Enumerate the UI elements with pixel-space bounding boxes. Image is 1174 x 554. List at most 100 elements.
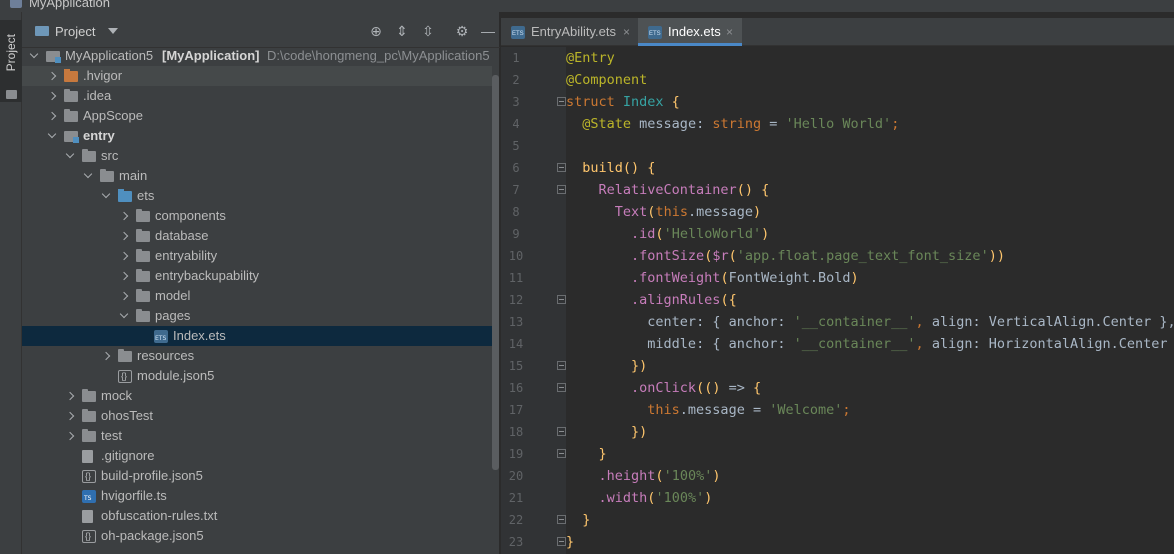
gear-icon[interactable]: ⚙ [454, 23, 470, 39]
collapse-all-icon[interactable]: ⇳ [420, 23, 436, 39]
chevron-down-icon[interactable] [100, 190, 112, 202]
chevron-right-icon[interactable] [118, 230, 130, 242]
code-token: message [639, 116, 697, 132]
code-token: VerticalAlign.Center [988, 314, 1152, 330]
json-file-icon [118, 370, 132, 383]
code-token: }, [1151, 314, 1174, 330]
ets-file-icon [648, 26, 662, 39]
chevron-right-icon[interactable] [46, 90, 58, 102]
fold-marker-icon[interactable] [557, 295, 566, 304]
project-tool-tab[interactable]: Project [0, 20, 22, 102]
folder-icon [100, 169, 114, 182]
code-token: .fontWeight [631, 270, 721, 286]
tree-item-label: src [101, 148, 119, 163]
tab-entryability[interactable]: EntryAbility.ets × [501, 18, 637, 46]
close-icon[interactable]: × [726, 18, 733, 46]
project-panel-header: Project ⊕ ⇕ ⇳ ⚙ — [22, 12, 500, 48]
tree-item[interactable]: test [22, 426, 492, 446]
chevron-right-icon[interactable] [46, 70, 58, 82]
chevron-down-icon[interactable] [28, 50, 40, 62]
tree-item[interactable]: obfuscation-rules.txt [22, 506, 492, 526]
line-number: 2 [512, 73, 520, 87]
project-tool-tab-label: Project [4, 34, 18, 72]
tree-item[interactable]: Index.ets [22, 326, 492, 346]
line-number: 6 [512, 161, 520, 175]
tree-item[interactable]: module.json5 [22, 366, 492, 386]
line-number: 21 [508, 491, 524, 505]
tree-item[interactable]: entry [22, 126, 492, 146]
chevron-down-icon[interactable] [82, 170, 94, 182]
code-token: HorizontalAlign.Center [988, 336, 1168, 352]
tree-item[interactable]: MyApplication5 [MyApplication] D:\code\hon… [22, 46, 492, 66]
code-area[interactable]: @Entry @Component struct Index { @State me… [566, 47, 1174, 554]
chevron-down-icon[interactable] [46, 130, 58, 142]
locate-icon[interactable]: ⊕ [368, 23, 384, 39]
tree-item[interactable]: build-profile.json5 [22, 466, 492, 486]
tree-item[interactable]: entrybackupability [22, 266, 492, 286]
tab-index[interactable]: Index.ets × [638, 18, 742, 46]
tree-item[interactable]: components [22, 206, 492, 226]
code-token: 'Hello World' [785, 116, 892, 132]
code-token: anchor [728, 314, 778, 330]
tree-item[interactable]: hvigorfile.ts [22, 486, 492, 506]
tree-item[interactable]: ets [22, 186, 492, 206]
fold-marker-icon[interactable] [557, 185, 566, 194]
chevron-down-icon[interactable] [108, 28, 118, 34]
tree-item[interactable]: ohosTest [22, 406, 492, 426]
tree-item[interactable]: resources [22, 346, 492, 366]
fold-marker-icon[interactable] [557, 449, 566, 458]
tree-item[interactable]: model [22, 286, 492, 306]
minimize-icon[interactable]: — [480, 23, 496, 39]
chevron-right-icon[interactable] [118, 270, 130, 282]
project-view-selector[interactable]: Project [55, 24, 95, 39]
expand-all-icon[interactable]: ⇕ [394, 23, 410, 39]
chevron-down-icon[interactable] [118, 310, 130, 322]
fold-marker-icon[interactable] [557, 537, 566, 546]
tree-item[interactable]: .gitignore [22, 446, 492, 466]
folder-icon [136, 269, 150, 282]
close-icon[interactable]: × [623, 18, 630, 46]
chevron-right-icon[interactable] [64, 390, 76, 402]
folder-icon [82, 149, 96, 162]
tree-item[interactable]: AppScope [22, 106, 492, 126]
fold-marker-icon[interactable] [557, 361, 566, 370]
chevron-right-icon[interactable] [64, 410, 76, 422]
code-line: .alignRules({ [566, 289, 1174, 311]
chevron-right-icon[interactable] [100, 350, 112, 362]
tree-item-label: components [155, 208, 226, 223]
tree-item[interactable]: entryability [22, 246, 492, 266]
tree-item[interactable]: mock [22, 386, 492, 406]
tree-item[interactable]: .idea [22, 86, 492, 106]
fold-marker-icon[interactable] [557, 97, 566, 106]
fold-marker-icon[interactable] [557, 383, 566, 392]
json-file-icon [82, 530, 96, 543]
tree-item[interactable]: .hvigor [22, 66, 492, 86]
chevron-right-icon[interactable] [64, 430, 76, 442]
tree-scrollbar[interactable] [492, 75, 499, 470]
chevron-right-icon[interactable] [118, 210, 130, 222]
chevron-right-icon[interactable] [118, 250, 130, 262]
chevron-right-icon[interactable] [118, 290, 130, 302]
code-line: .height('100%') [566, 465, 1174, 487]
code-line: .fontWeight(FontWeight.Bold) [566, 267, 1174, 289]
line-number: 22 [508, 513, 524, 527]
chevron-right-icon[interactable] [46, 110, 58, 122]
tree-item[interactable]: oh-package.json5 [22, 526, 492, 546]
line-number: 3 [512, 95, 520, 109]
tree-item[interactable]: pages [22, 306, 492, 326]
tree-item[interactable]: database [22, 226, 492, 246]
tree-item[interactable]: main [22, 166, 492, 186]
fold-marker-icon[interactable] [557, 163, 566, 172]
code-token: FontWeight.Bold [728, 270, 851, 286]
fold-marker-icon[interactable] [557, 515, 566, 524]
fold-marker-icon[interactable] [557, 427, 566, 436]
chevron-down-icon[interactable] [64, 150, 76, 162]
tree-item[interactable]: src [22, 146, 492, 166]
code-token: = [761, 116, 786, 132]
line-number: 14 [508, 337, 524, 351]
line-number: 12 [508, 293, 524, 307]
